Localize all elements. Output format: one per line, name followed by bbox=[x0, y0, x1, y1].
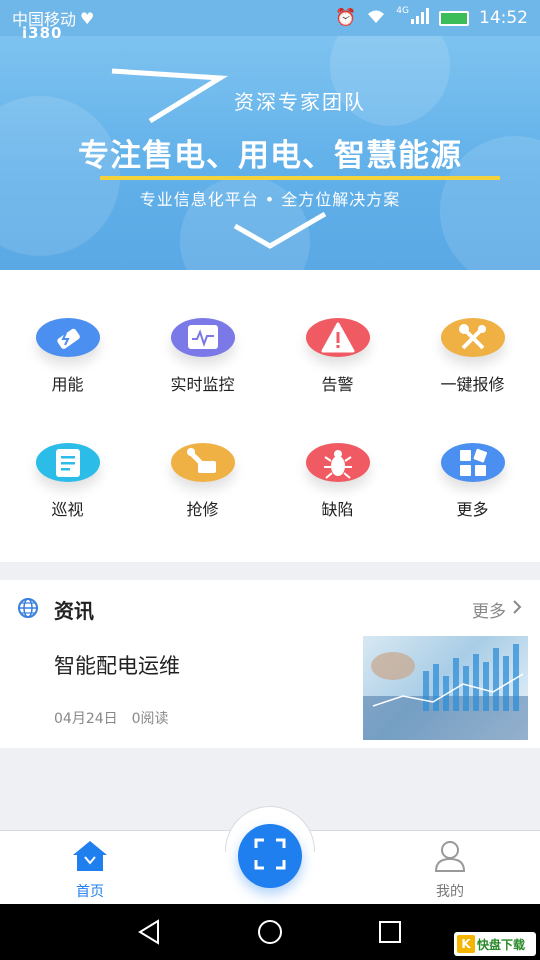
bug-icon bbox=[305, 443, 370, 482]
watermark-logo-icon: K bbox=[457, 935, 475, 953]
back-icon[interactable] bbox=[136, 918, 164, 950]
banner-subtitle: 资深专家团队 bbox=[234, 90, 366, 114]
article-date: 04月24日 bbox=[54, 711, 118, 727]
article-meta: 04月24日 0阅读 bbox=[54, 708, 169, 728]
grid-item-alarm[interactable]: 告警 bbox=[270, 270, 405, 395]
app-logo: i380 bbox=[22, 24, 63, 42]
inspection-icon bbox=[35, 443, 100, 482]
grid-item-more[interactable]: 更多 bbox=[405, 395, 540, 520]
banner-underline bbox=[100, 176, 500, 180]
tab-mine-label: 我的 bbox=[436, 884, 464, 900]
grid-item-inspection[interactable]: 巡视 bbox=[0, 395, 135, 520]
alert-icon bbox=[305, 318, 370, 357]
more-apps-icon bbox=[440, 443, 505, 482]
grid-label: 一键报修 bbox=[440, 375, 505, 394]
article-thumbnail bbox=[363, 636, 528, 740]
recents-icon[interactable] bbox=[376, 918, 404, 950]
scan-icon bbox=[254, 838, 286, 874]
watermark-text: 快盘下载 bbox=[477, 937, 526, 952]
grid-label: 用能 bbox=[51, 375, 84, 394]
home-circle-icon[interactable] bbox=[256, 918, 284, 950]
battery-icon bbox=[439, 10, 469, 26]
repair-tools-icon bbox=[440, 318, 505, 357]
news-section-title: 资讯 bbox=[54, 599, 94, 623]
alarm-icon: ⏰ bbox=[335, 8, 357, 28]
emergency-repair-icon bbox=[170, 443, 235, 482]
chevron-right-icon bbox=[512, 599, 522, 620]
user-icon bbox=[433, 839, 467, 877]
news-header: 资讯 更多 bbox=[0, 580, 540, 634]
home-icon bbox=[71, 839, 109, 877]
grid-item-quick-repair[interactable]: 一键报修 bbox=[405, 270, 540, 395]
grid-label: 实时监控 bbox=[170, 375, 235, 394]
grid-label: 更多 bbox=[456, 500, 489, 519]
grid-item-energy[interactable]: 用能 bbox=[0, 270, 135, 395]
tab-mine[interactable]: 我的 bbox=[390, 831, 510, 905]
grid-label: 告警 bbox=[321, 375, 354, 394]
tab-home-label: 首页 bbox=[76, 884, 104, 900]
status-bar: 中国移动 ♥ ⏰ 4G 14:52 bbox=[0, 0, 540, 36]
watermark: K 快盘下载 bbox=[454, 932, 536, 956]
scan-button[interactable] bbox=[238, 824, 302, 888]
banner[interactable]: 资深专家团队 专注售电、用电、智慧能源 专业信息化平台 • 全方位解决方案 bbox=[0, 36, 540, 270]
monitor-icon bbox=[170, 318, 235, 357]
heart-icon: ♥ bbox=[80, 8, 95, 28]
grid-label: 抢修 bbox=[186, 500, 219, 519]
news-more-link[interactable]: 更多 bbox=[472, 597, 522, 622]
article-title: 智能配电运维 bbox=[54, 654, 180, 678]
tab-home[interactable]: 首页 bbox=[30, 831, 150, 905]
wifi-icon bbox=[366, 8, 386, 29]
news-section: 资讯 更多 智能配电运维 04月24日 0阅读 bbox=[0, 580, 540, 748]
feature-grid: 用能 实时监控 告警 一键报修 巡视 抢修 缺陷 更多 bbox=[0, 270, 540, 562]
network-label: 4G bbox=[396, 5, 409, 16]
signal-icon bbox=[411, 7, 429, 29]
energy-icon bbox=[35, 318, 100, 357]
grid-item-defect[interactable]: 缺陷 bbox=[270, 395, 405, 520]
grid-label: 巡视 bbox=[51, 500, 84, 519]
more-label: 更多 bbox=[472, 602, 506, 622]
banner-tagline: 专业信息化平台 • 全方位解决方案 bbox=[139, 190, 401, 209]
grid-label: 缺陷 bbox=[321, 500, 354, 519]
globe-icon bbox=[18, 598, 38, 622]
clock-time: 14:52 bbox=[479, 8, 528, 28]
article-reads: 0阅读 bbox=[131, 711, 169, 727]
grid-item-realtime-monitor[interactable]: 实时监控 bbox=[135, 270, 270, 395]
banner-title: 专注售电、用电、智慧能源 bbox=[78, 138, 462, 174]
grid-item-emergency-repair[interactable]: 抢修 bbox=[135, 395, 270, 520]
